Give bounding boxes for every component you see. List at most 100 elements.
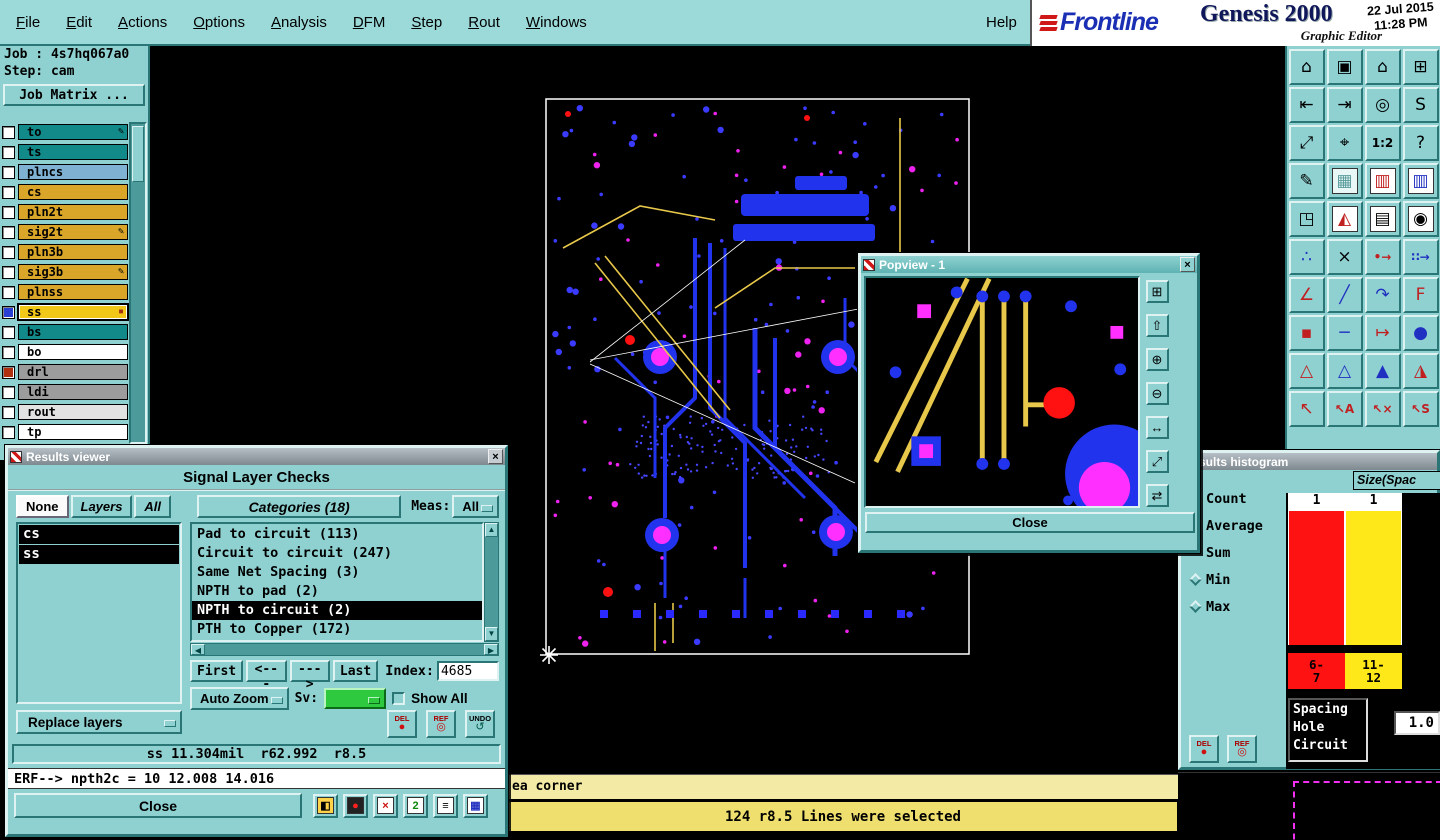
histogram-reference-button[interactable]: REF ◎ — [1227, 735, 1257, 763]
menu-step[interactable]: Step — [409, 12, 444, 33]
last-button[interactable]: Last — [332, 660, 379, 682]
zoom-in-button[interactable]: ⊕ — [1145, 348, 1169, 371]
layer-visibility-checkbox[interactable] — [2, 305, 15, 319]
layer-visibility-checkbox[interactable] — [2, 165, 15, 179]
surface-blob-button[interactable]: ● — [1402, 315, 1439, 351]
results-viewer-titlebar[interactable]: Results viewer × — [8, 448, 505, 465]
menu-rout[interactable]: Rout — [466, 12, 502, 33]
results-close-button[interactable]: Close — [14, 793, 302, 818]
select-cursor-button[interactable]: ↖ — [1288, 391, 1325, 427]
net-points-button[interactable]: ∴ — [1288, 239, 1325, 275]
layer-row-to[interactable]: to ✎ — [0, 122, 128, 142]
pan-up-button[interactable]: ⇧ — [1145, 314, 1169, 337]
select-path-cursor-button[interactable]: ↖S — [1402, 391, 1439, 427]
rotate-button[interactable]: ↷ — [1364, 277, 1401, 313]
layer-visibility-checkbox[interactable] — [2, 145, 15, 159]
layer-name-sig3b[interactable]: sig3b ✎ — [18, 264, 128, 280]
histogram-titlebar[interactable]: sults histogram — [1181, 453, 1437, 470]
layer-name-pln3b[interactable]: pln3b — [18, 244, 128, 260]
delete-item-button[interactable]: × — [1326, 239, 1363, 275]
layer-name-cs[interactable]: cs — [18, 184, 128, 200]
edit-note-button[interactable]: ✎ — [1288, 163, 1325, 199]
layer-visibility-checkbox[interactable] — [2, 185, 15, 199]
stat-sum[interactable]: Sum — [1191, 539, 1263, 566]
layer-name-tp[interactable]: tp — [18, 424, 128, 440]
layer-name-rout[interactable]: rout — [18, 404, 128, 420]
result-layers-list[interactable]: cs ss — [16, 522, 182, 704]
first-button[interactable]: First — [190, 660, 244, 682]
layer-row-bs[interactable]: bs — [0, 322, 128, 342]
round-pad-button[interactable]: ◉ — [1402, 201, 1439, 237]
angle-measure-button[interactable]: ∠ — [1288, 277, 1325, 313]
layer-row-drl[interactable]: drl — [0, 362, 128, 382]
contrast-button[interactable]: ◧ — [313, 793, 338, 818]
pan-left-button[interactable]: ⇤ — [1288, 87, 1325, 123]
layer-name-to[interactable]: to ✎ — [18, 124, 128, 140]
layer-row-bo[interactable]: bo — [0, 342, 128, 362]
undo-button[interactable]: UNDO ↺ — [465, 710, 495, 738]
popview-close-icon[interactable]: × — [1180, 257, 1195, 272]
layer-name-sig2t[interactable]: sig2t ✎ — [18, 224, 128, 240]
menu-file[interactable]: File — [14, 12, 42, 33]
layer-row-ss[interactable]: ss ▪ — [0, 302, 129, 322]
layer-name-plncs[interactable]: plncs — [18, 164, 128, 180]
measure-circuit[interactable]: Circuit — [1293, 737, 1363, 755]
replace-layers-dropdown[interactable]: Replace layers — [16, 710, 182, 734]
menu-actions[interactable]: Actions — [116, 12, 169, 33]
category-item[interactable]: NPTH to pad (2) — [192, 582, 482, 601]
triangle-multi-button[interactable]: ◮ — [1402, 353, 1439, 389]
zoom-out-button[interactable]: ⊖ — [1145, 382, 1169, 405]
home-button[interactable]: ⌂ — [1288, 49, 1325, 85]
horizontal-line-button[interactable]: ─ — [1326, 315, 1363, 351]
layer-list-scrollbar[interactable] — [129, 122, 147, 444]
layer-visibility-checkbox[interactable] — [2, 225, 15, 239]
scroll-down-icon[interactable]: ▼ — [485, 627, 498, 641]
zoom-prev-button[interactable]: ◎ — [1364, 87, 1401, 123]
layer-row-pln3b[interactable]: pln3b — [0, 242, 128, 262]
reference-result-button[interactable]: REF ◎ — [426, 710, 456, 738]
popview-titlebar[interactable]: Popview - 1 × — [861, 256, 1197, 273]
stat-average[interactable]: Average — [1191, 512, 1263, 539]
layer-row-cs[interactable]: cs — [0, 182, 128, 202]
categories-button[interactable]: Categories (18) — [197, 495, 402, 518]
layer-name-bo[interactable]: bo — [18, 344, 128, 360]
histogram-measure-list[interactable]: Spacing Hole Circuit — [1288, 698, 1368, 762]
scroll-trough[interactable] — [205, 644, 484, 655]
histogram-red-button[interactable]: ▥ — [1364, 163, 1401, 199]
layer-row-rout[interactable]: rout — [0, 402, 128, 422]
scroll-up-icon[interactable]: ▲ — [485, 523, 498, 537]
category-item[interactable]: Same Net Spacing (3) — [192, 563, 482, 582]
category-item[interactable]: PTH to Copper (172) — [192, 620, 482, 639]
extend-line-button[interactable]: ↦ — [1364, 315, 1401, 351]
grid-button[interactable]: ▦ — [1326, 163, 1363, 199]
meas-dropdown[interactable]: All — [452, 495, 499, 518]
triangle-red-button[interactable]: △ — [1288, 353, 1325, 389]
center-view-button[interactable]: ⌖ — [1326, 125, 1363, 161]
layer-name-pln2t[interactable]: pln2t — [18, 204, 128, 220]
mirror-text-button[interactable]: F — [1402, 277, 1439, 313]
layer-visibility-checkbox[interactable] — [2, 385, 15, 399]
auto-zoom-dropdown[interactable]: Auto Zoom — [190, 687, 289, 710]
histogram-delete-button[interactable]: DEL ● — [1189, 735, 1219, 763]
layer-visibility-checkbox[interactable] — [2, 125, 15, 139]
line-measure-button[interactable]: ╱ — [1326, 277, 1363, 313]
layer-row-sig3b[interactable]: sig3b ✎ — [0, 262, 128, 282]
menu-options[interactable]: Options — [191, 12, 247, 33]
list-button[interactable]: ≡ — [433, 793, 458, 818]
prev-button[interactable]: <--- — [246, 660, 287, 692]
record-button[interactable]: ● — [343, 793, 368, 818]
scroll-trough[interactable] — [485, 537, 498, 627]
layer-visibility-checkbox[interactable] — [2, 325, 15, 339]
layer-visibility-checkbox[interactable] — [2, 405, 15, 419]
screen-button[interactable]: ▣ — [1326, 49, 1363, 85]
layer-visibility-checkbox[interactable] — [2, 285, 15, 299]
scale-1-2-button[interactable]: 1:2 — [1364, 125, 1401, 161]
layer-row-tp[interactable]: tp — [0, 422, 128, 442]
layer-row-plncs[interactable]: plncs — [0, 162, 128, 182]
categories-hscrollbar[interactable]: ◀ ▶ — [190, 643, 499, 656]
s-curve-button[interactable]: S — [1402, 87, 1439, 123]
measure-hole[interactable]: Hole — [1293, 719, 1363, 737]
filter-layers-button[interactable]: Layers — [70, 495, 133, 518]
layer-visibility-checkbox[interactable] — [2, 365, 15, 379]
open-window-button[interactable]: ⊞ — [1145, 280, 1169, 303]
